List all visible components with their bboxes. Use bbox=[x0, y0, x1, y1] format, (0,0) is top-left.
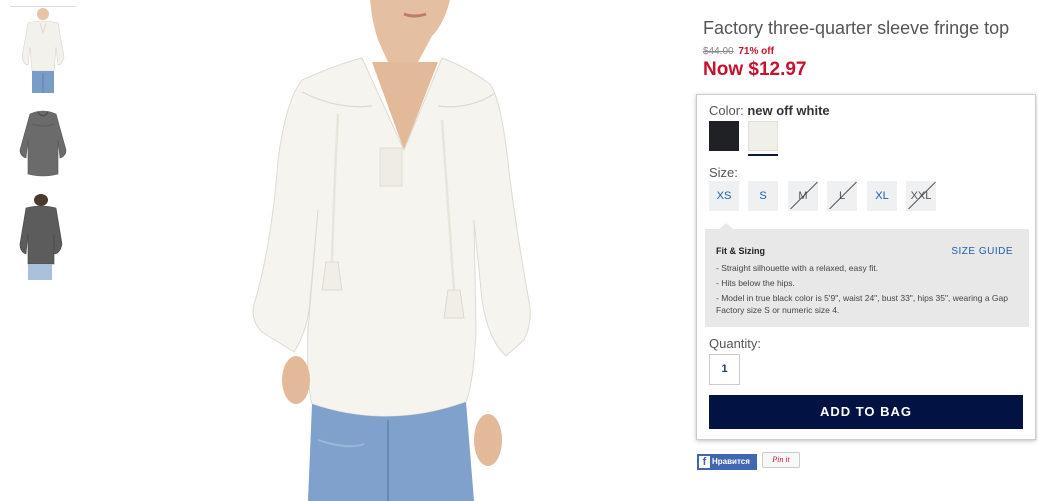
thumbnail-grey-top-flat[interactable] bbox=[10, 100, 76, 186]
facebook-like-label: Нравится bbox=[712, 457, 750, 466]
unavailable-strike bbox=[829, 181, 857, 210]
selected-swatch-indicator bbox=[748, 154, 778, 156]
was-price: $44.00 bbox=[703, 46, 734, 57]
fit-bullets: - Straight silhouette with a relaxed, ea… bbox=[716, 262, 1021, 319]
fit-bullet: - Model in true black color is 5'9", wai… bbox=[716, 293, 1008, 315]
discount-badge: 71% off bbox=[738, 46, 774, 57]
facebook-icon: f bbox=[699, 456, 710, 468]
fit-bullet: - Hits below the hips. bbox=[716, 278, 795, 288]
size-guide-link[interactable]: SIZE GUIDE bbox=[951, 246, 1013, 257]
main-product-image bbox=[238, 0, 534, 501]
size-button-s[interactable]: S bbox=[748, 181, 778, 211]
thumbnail-grey-top-worn[interactable] bbox=[10, 194, 76, 280]
color-swatch-black[interactable] bbox=[709, 121, 739, 151]
fit-bullet: - Straight silhouette with a relaxed, ea… bbox=[716, 263, 879, 273]
size-s-label: S bbox=[759, 190, 767, 202]
size-label: Size: bbox=[709, 165, 738, 180]
purchase-panel: Color: new off white Size: XS S M L XL X… bbox=[696, 94, 1036, 440]
unavailable-strike bbox=[790, 181, 818, 210]
thumbnail-white-top-front[interactable] bbox=[10, 6, 76, 93]
add-to-bag-button[interactable]: ADD TO BAG bbox=[709, 395, 1023, 429]
selected-color-name: new off white bbox=[747, 103, 830, 118]
quantity-input[interactable]: 1 bbox=[709, 354, 740, 385]
size-button-l-unavailable: L bbox=[827, 181, 857, 211]
fit-sizing-box: Fit & Sizing SIZE GUIDE - Straight silho… bbox=[705, 223, 1029, 327]
color-label-text: Color: bbox=[709, 103, 744, 118]
color-swatch-new-off-white[interactable] bbox=[748, 121, 778, 151]
size-button-xs[interactable]: XS bbox=[709, 181, 739, 211]
product-title: Factory three-quarter sleeve fringe top bbox=[703, 18, 1010, 38]
pinterest-pin-button[interactable]: Pin it bbox=[762, 452, 800, 468]
fit-box-notch bbox=[719, 223, 733, 229]
size-button-xl[interactable]: XL bbox=[867, 181, 897, 211]
size-button-m-unavailable: M bbox=[788, 181, 818, 211]
quantity-label: Quantity: bbox=[709, 336, 762, 351]
size-button-xxl-unavailable: XXL bbox=[906, 181, 936, 211]
facebook-like-button[interactable]: f Нравится bbox=[697, 454, 757, 470]
fit-title: Fit & Sizing bbox=[716, 246, 765, 256]
size-xs-label: XS bbox=[716, 190, 732, 202]
color-label: Color: new off white bbox=[709, 103, 830, 118]
size-xl-label: XL bbox=[875, 190, 889, 202]
price-was-line: $44.00 71% off bbox=[703, 46, 774, 57]
now-price: Now $12.97 bbox=[703, 59, 807, 80]
